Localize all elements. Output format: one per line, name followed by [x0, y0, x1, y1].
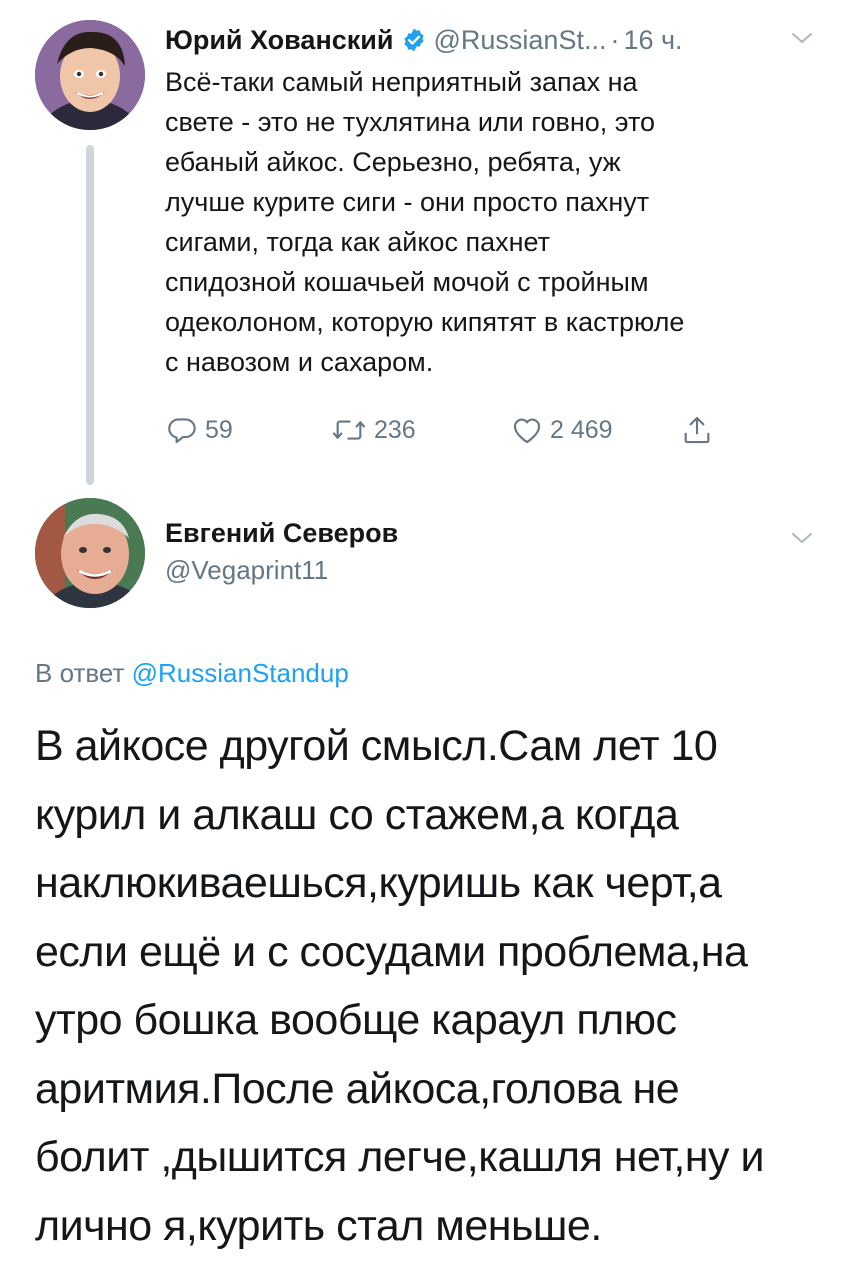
tweet-text-line: спидозной кошачьей мочой с тройным	[165, 267, 649, 297]
tweet-text-line: с навозом и сахаром.	[165, 347, 434, 377]
tweet-text-line: свете - это не тухлятина или говно, это	[165, 107, 656, 137]
replying-to-mention[interactable]: @RussianStandup	[132, 658, 349, 688]
reply-author-avatar[interactable]	[35, 498, 145, 608]
tweet-text-line: Всё-таки самый неприятный запах на	[165, 67, 638, 97]
verified-badge-icon	[401, 26, 427, 62]
author-name[interactable]: Юрий Хованский	[165, 25, 393, 55]
tweet-timestamp[interactable]: 16 ч.	[623, 25, 682, 55]
reply-text-line: В айкосе другой смысл.Сам лет 10	[35, 722, 718, 770]
reply-text-line: болит ,дышится легче,кашля нет,ну и	[35, 1133, 765, 1181]
tweet-text-line: ебаный айкос. Серьезно, ребята, уж	[165, 147, 621, 177]
like-count: 2 469	[550, 415, 613, 444]
reply-text: В айкосе другой смысл.Сам лет 10 курил и…	[35, 712, 825, 1260]
replying-prefix: В ответ	[35, 658, 125, 688]
tweet-header: Юрий Хованский @RussianSt... · 16 ч.	[165, 22, 825, 58]
chevron-down-icon[interactable]	[790, 530, 814, 546]
like-button[interactable]: 2 469	[510, 410, 613, 450]
share-icon	[680, 413, 714, 447]
retweet-button[interactable]: 236	[330, 410, 416, 450]
reply-icon	[165, 413, 199, 447]
chevron-down-icon[interactable]	[790, 30, 814, 46]
tweet-thread: Юрий Хованский @RussianSt... · 16 ч. Всё-та…	[0, 0, 850, 1280]
reply-text-line: курил и алкаш со стажем,а когда	[35, 790, 679, 839]
tweet-text-line: одеколоном, которую кипятят в кастрюле	[165, 307, 685, 337]
author-handle[interactable]: @RussianSt...	[433, 25, 606, 55]
reply-text-line: наклюкиваешься,куришь как черт,а	[35, 859, 722, 907]
retweet-icon	[330, 413, 368, 447]
header-separator: ·	[610, 25, 620, 55]
reply-text-line: лично я,курить стал меньше.	[35, 1201, 602, 1250]
replying-to-line: В ответ @RussianStandup	[35, 655, 349, 691]
avatar-photo	[35, 498, 145, 608]
tweet-actions: 59 236 2 469	[165, 410, 765, 450]
reply-author-handle[interactable]: @Vegaprint11	[165, 553, 328, 587]
author-avatar[interactable]	[35, 20, 145, 130]
avatar-photo	[35, 20, 145, 130]
reply-text-line: утро бошка вообще караул плюс	[35, 996, 677, 1044]
share-button[interactable]	[680, 410, 714, 450]
reply-count: 59	[205, 415, 233, 444]
heart-icon	[510, 413, 544, 447]
retweet-count: 236	[374, 415, 416, 444]
thread-connector-line	[86, 145, 94, 485]
tweet-text-line: лучше курите сиги - они просто пахнут	[165, 187, 650, 217]
reply-text-line: если ещё и с сосудами проблема,на	[35, 927, 748, 976]
reply-button[interactable]: 59	[165, 410, 233, 450]
tweet-text-line: сигами, тогда как айкос пахнет	[165, 227, 550, 257]
reply-text-line: аритмия.После айкоса,голова не	[35, 1064, 680, 1113]
parent-tweet[interactable]: Юрий Хованский @RussianSt... · 16 ч. Всё-та…	[0, 0, 850, 470]
reply-author-name[interactable]: Евгений Северов	[165, 516, 398, 550]
tweet-text: Всё-таки самый неприятный запах на свете…	[165, 62, 825, 382]
